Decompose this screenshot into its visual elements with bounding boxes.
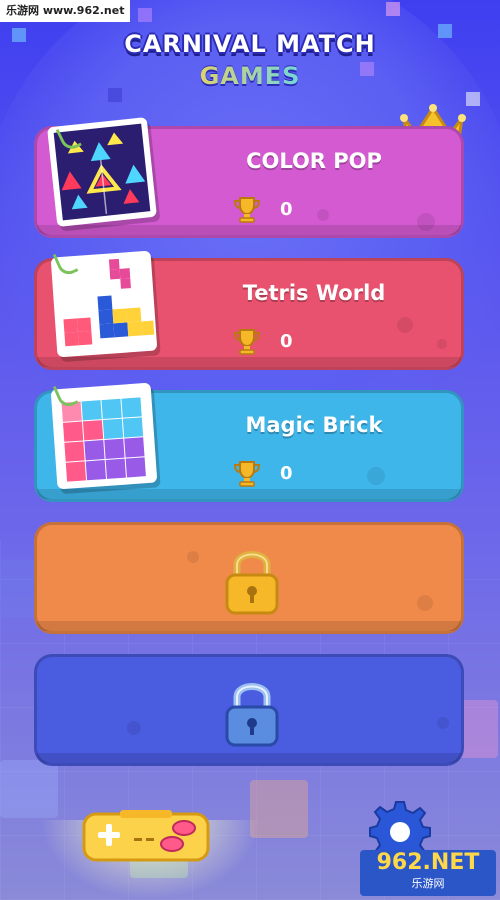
- padlock-icon: [225, 551, 279, 615]
- title-main: CARNIVAL MATCH: [124, 30, 376, 58]
- watermark-logo-sub: 乐游网: [411, 877, 445, 890]
- score-value: 0: [280, 198, 293, 220]
- thumbnail-color-pop: [47, 117, 157, 227]
- bg-tile: [0, 760, 58, 818]
- game-card-locked-1[interactable]: [34, 522, 464, 634]
- score-value: 0: [280, 462, 293, 484]
- game-title-magic-brick: Magic Brick: [245, 413, 383, 437]
- watermark-top-left: 乐游网 www.962.net: [0, 0, 131, 22]
- bg-pixel: [108, 88, 122, 102]
- padlock-icon: [225, 683, 279, 747]
- game-title: CARNIVAL MATCH GAMES: [0, 30, 500, 90]
- trophy-icon: [233, 197, 261, 223]
- thumbnail-tetris-world: [50, 248, 158, 358]
- game-title-color-pop: COLOR POP: [246, 149, 382, 173]
- watermark-logo-text: 962.NET: [376, 850, 480, 875]
- trophy-icon: [233, 461, 261, 487]
- bg-pixel: [138, 8, 152, 22]
- game-title-tetris-world: Tetris World: [242, 281, 386, 305]
- title-sub: GAMES: [0, 62, 500, 90]
- score-row: 0: [232, 459, 293, 487]
- score-value: 0: [280, 330, 293, 352]
- game-card-locked-2[interactable]: [34, 654, 464, 766]
- watermark-logo: 962.NET 乐游网: [360, 850, 496, 896]
- score-row: 0: [232, 195, 293, 223]
- bg-pixel: [386, 2, 400, 16]
- thumbnail-magic-brick: [50, 380, 158, 490]
- bg-pixel: [466, 92, 480, 106]
- score-row: 0: [232, 327, 293, 355]
- gamepad-icon[interactable]: [80, 808, 212, 864]
- trophy-icon: [233, 329, 261, 355]
